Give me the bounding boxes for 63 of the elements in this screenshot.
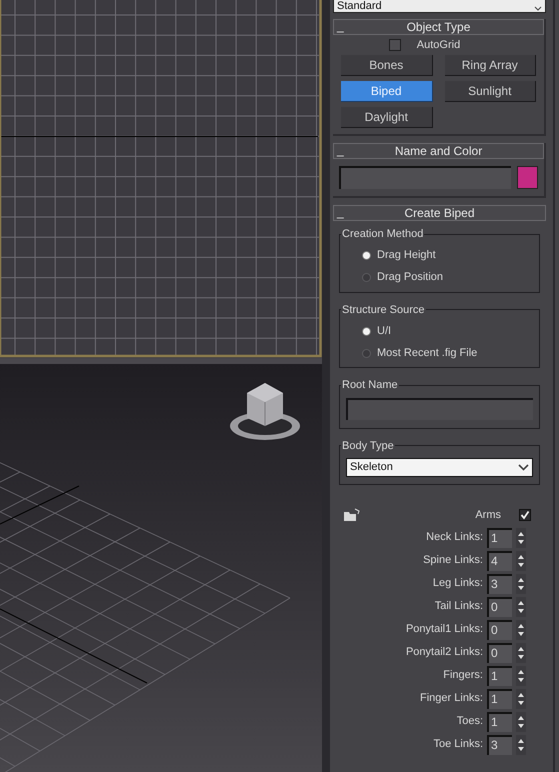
link-label: Finger Links: xyxy=(420,691,483,706)
folder-icon[interactable] xyxy=(343,508,360,522)
spinner-button[interactable] xyxy=(516,574,526,594)
group-title: Root Name xyxy=(341,378,399,393)
color-swatch[interactable] xyxy=(517,166,538,189)
group-title: Body Type xyxy=(341,438,395,454)
spinner-button[interactable] xyxy=(516,528,526,548)
body-type-dropdown[interactable]: Skeleton xyxy=(346,458,533,477)
radio-button[interactable] xyxy=(362,348,371,358)
name-input-field[interactable] xyxy=(339,166,511,189)
radio-button[interactable] xyxy=(362,273,371,282)
object-type-button[interactable]: Biped xyxy=(341,81,432,102)
radio-label: Most Recent .fig File xyxy=(377,346,478,361)
object-type-button[interactable]: Sunlight xyxy=(444,81,536,102)
autogrid-checkbox[interactable] xyxy=(388,39,401,51)
radio-label: U/I xyxy=(377,324,392,339)
spinner-button[interactable] xyxy=(516,642,526,662)
link-count-field[interactable]: 0 xyxy=(487,596,512,616)
link-label: Tail Links: xyxy=(434,599,483,614)
spinner-button[interactable] xyxy=(516,688,526,708)
spinner-button[interactable] xyxy=(516,620,526,640)
object-type-button[interactable]: Daylight xyxy=(341,107,432,128)
link-count-field[interactable]: 0 xyxy=(487,620,512,640)
link-count-field[interactable]: 3 xyxy=(487,574,512,594)
link-label: Spine Links: xyxy=(423,553,483,568)
link-label: Fingers: xyxy=(443,668,483,684)
object-type-button[interactable]: Bones xyxy=(341,55,432,76)
group-title: Creation Method xyxy=(341,227,424,242)
caret-icon xyxy=(534,6,542,12)
rollout-header[interactable]: _ Name and Color xyxy=(333,143,544,159)
radio-button[interactable] xyxy=(362,251,371,260)
root-name-field[interactable] xyxy=(346,398,533,420)
link-label: Leg Links: xyxy=(432,576,483,592)
link-count-field[interactable]: 1 xyxy=(487,712,512,732)
link-label: Ponytail1 Links: xyxy=(406,622,483,638)
standard-dropdown[interactable]: Standard xyxy=(333,0,546,13)
autogrid-label: AutoGrid xyxy=(416,38,460,53)
caret-icon xyxy=(518,464,529,471)
radio-label: Drag Height xyxy=(377,248,436,264)
link-count-field[interactable]: 1 xyxy=(487,666,512,686)
group-title: Structure Source xyxy=(341,302,426,318)
spinner-button[interactable] xyxy=(516,666,526,686)
radio-button[interactable] xyxy=(362,326,371,336)
rollout-header[interactable]: _ Create Biped xyxy=(333,205,546,221)
arms-checkbox[interactable] xyxy=(519,509,531,521)
spinner-button[interactable] xyxy=(516,550,526,570)
link-label: Toe Links: xyxy=(433,737,483,752)
spinner-button[interactable] xyxy=(516,596,526,616)
link-count-field[interactable]: 1 xyxy=(487,528,512,548)
link-label: Ponytail2 Links: xyxy=(406,645,483,660)
link-label: Neck Links: xyxy=(426,530,483,546)
link-label: Toes: xyxy=(456,714,483,730)
object-type-button[interactable]: Ring Array xyxy=(444,55,536,76)
link-count-field[interactable]: 4 xyxy=(487,550,512,570)
link-count-field[interactable]: 3 xyxy=(487,734,512,754)
link-count-field[interactable]: 0 xyxy=(487,642,512,662)
view-cube-icon xyxy=(229,380,301,442)
rollout-header[interactable]: _ Object Type xyxy=(333,19,544,35)
spinner-button[interactable] xyxy=(516,712,526,732)
link-count-field[interactable]: 1 xyxy=(487,688,512,708)
radio-label: Drag Position xyxy=(377,270,444,286)
arms-label: Arms xyxy=(475,508,501,523)
spinner-button[interactable] xyxy=(516,734,526,754)
